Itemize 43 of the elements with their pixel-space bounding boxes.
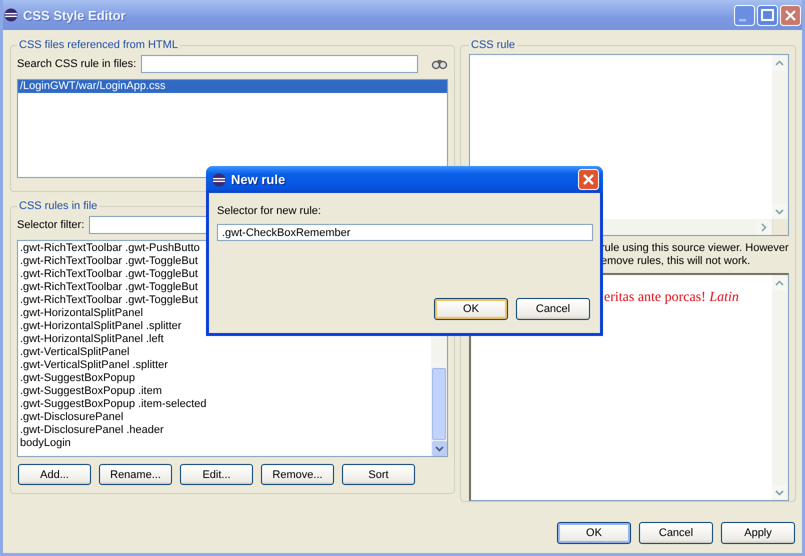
group-title: CSS files referenced from HTML (18, 39, 179, 51)
selector-field[interactable]: .gwt-CheckBoxRemember (217, 224, 593, 241)
list-item[interactable]: .gwt-SuggestBoxPopup .item (18, 385, 431, 398)
list-item[interactable]: .gwt-SuggestBoxPopup .item-selected (18, 398, 431, 411)
button[interactable]: Edit... (180, 464, 253, 485)
maximize-icon (757, 4, 778, 26)
scrollbar[interactable] (772, 55, 788, 219)
window-title: CSS Style Editor (23, 8, 127, 22)
list-item[interactable]: .gwt-SuggestBoxPopup (18, 372, 431, 385)
list-item[interactable]: /LoginGWT/war/LoginApp.css (18, 80, 448, 93)
field-label: Search CSS rule in files: (17, 58, 136, 70)
close-icon (578, 169, 599, 190)
scrollbar[interactable] (772, 275, 788, 500)
chevron-down-icon (432, 441, 446, 456)
button[interactable]: Remove... (261, 464, 334, 485)
dialog-title: New rule (231, 172, 286, 187)
field-label: Selector for new rule: (217, 205, 322, 217)
binoculars-icon (431, 58, 448, 70)
button[interactable]: Cancel (516, 298, 590, 320)
button[interactable]: Sort (342, 464, 415, 485)
list-item[interactable]: bodyLogin (18, 437, 431, 450)
list-item[interactable]: .gwt-DisclosurePanel .header (18, 424, 431, 437)
group-title: CSS rules in file (18, 200, 98, 212)
list-item[interactable]: .gwt-VerticalSplitPanel (18, 346, 431, 359)
button[interactable]: Cancel (639, 522, 713, 544)
button[interactable]: Apply (721, 522, 795, 544)
eclipse-logo-icon (4, 8, 18, 22)
preview-text: eritas ante porcas! Latin (604, 290, 739, 305)
scrollbar-corner (772, 219, 788, 235)
button[interactable]: OK (557, 522, 631, 544)
list-item[interactable]: .gwt-VerticalSplitPanel .splitter (18, 359, 431, 372)
button[interactable]: OK (434, 298, 508, 320)
search-field[interactable] (141, 55, 418, 73)
eclipse-logo-icon (212, 172, 226, 186)
list-item[interactable]: .gwt-HorizontalSplitPanel .left (18, 333, 431, 346)
scroll-thumb[interactable] (432, 368, 446, 440)
close-icon (780, 4, 801, 26)
button[interactable]: Rename... (99, 464, 172, 485)
group-title: CSS rule (470, 39, 516, 51)
button[interactable]: Add... (18, 464, 91, 485)
list-item[interactable]: .gwt-DisclosurePanel (18, 411, 431, 424)
field-label: Selector filter: (17, 219, 84, 231)
minimize-icon (734, 4, 755, 26)
